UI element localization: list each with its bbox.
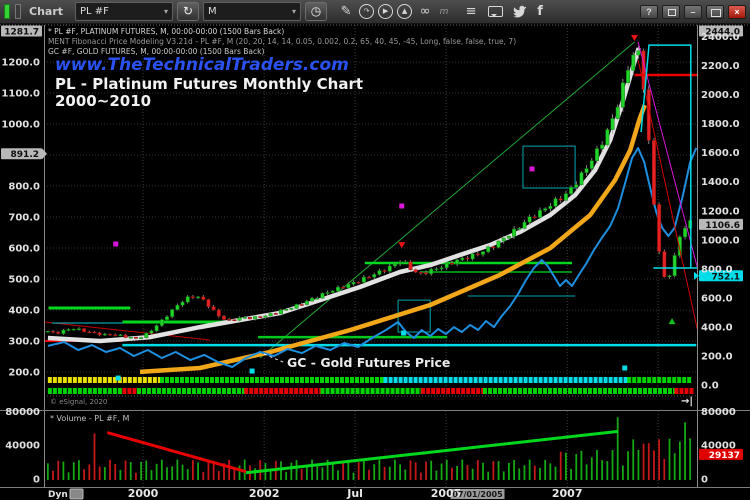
draw-pencil-icon[interactable]: ✎ <box>337 4 355 19</box>
facebook-icon[interactable]: f <box>531 4 549 19</box>
svg-text:1000.0: 1000.0 <box>701 235 740 246</box>
svg-text:2000.0: 2000.0 <box>701 90 740 101</box>
interval-dropdown[interactable]: M ▾ <box>203 2 301 21</box>
help-button[interactable]: ? <box>640 5 658 19</box>
chevron-down-icon: ▾ <box>292 7 296 16</box>
goto-end-icon: →| <box>681 396 693 407</box>
svg-text:2444.0: 2444.0 <box>705 28 740 38</box>
svg-text:80000: 80000 <box>701 407 736 418</box>
minimize-button[interactable]: – <box>684 5 702 19</box>
twitter-icon[interactable] <box>511 5 527 18</box>
svg-text:2007: 2007 <box>552 487 583 500</box>
signal-strips <box>48 377 694 394</box>
svg-text:0: 0 <box>701 475 708 486</box>
curve-arrow-icon[interactable]: ↷ <box>359 4 374 19</box>
svg-text:1281.7: 1281.7 <box>4 28 39 38</box>
svg-text:2002: 2002 <box>249 487 280 500</box>
chart-window-label: Chart <box>29 5 63 18</box>
watermark-url: www.TheTechnicalTraders.com <box>55 55 349 75</box>
legend-line-1: * PL #F, PLATINUM FUTURES, M, 00:00-00:0… <box>48 27 284 36</box>
time-settings-button[interactable]: ◷ <box>305 2 327 21</box>
svg-text:1200.0: 1200.0 <box>701 206 740 217</box>
minutes-indicator: m <box>438 7 450 17</box>
svg-text:400.0: 400.0 <box>8 306 40 317</box>
svg-text:07/01/2005: 07/01/2005 <box>452 490 503 499</box>
restore-button[interactable] <box>662 5 680 19</box>
volume-pane-title: * Volume - PL #F, M <box>50 414 129 423</box>
symbol-dropdown[interactable]: PL #F ▾ <box>75 2 173 21</box>
svg-text:200.0: 200.0 <box>8 368 40 379</box>
svg-text:0.0: 0.0 <box>701 381 719 392</box>
svg-text:1600.0: 1600.0 <box>701 148 740 159</box>
svg-text:Jul: Jul <box>346 487 363 500</box>
gc-annotation: GC - Gold Futures Price <box>287 355 450 370</box>
svg-text:1000.0: 1000.0 <box>1 120 40 131</box>
svg-text:600.0: 600.0 <box>8 244 40 255</box>
legend-line-2: MENT Fibonacci Price Modeling V3.21d - P… <box>48 37 516 46</box>
running-indicator <box>4 4 10 19</box>
svg-text:80000: 80000 <box>5 407 40 418</box>
clock-icon: ◷ <box>311 4 321 18</box>
axis-lock-icon <box>70 489 83 499</box>
svg-text:300.0: 300.0 <box>8 337 40 348</box>
svg-text:1100.0: 1100.0 <box>1 89 40 100</box>
link-icon[interactable]: ∞ <box>416 4 434 19</box>
svg-text:40000: 40000 <box>5 441 40 452</box>
chat-icon[interactable] <box>488 6 503 17</box>
svg-text:Dyn: Dyn <box>48 490 68 500</box>
svg-text:29137: 29137 <box>709 451 740 461</box>
chevron-down-icon: ▾ <box>164 7 168 16</box>
layout-list-icon[interactable]: ≡ <box>462 4 480 19</box>
close-button[interactable]: × <box>728 5 746 19</box>
levels-front <box>635 42 698 330</box>
play-circle-icon[interactable]: ▶ <box>378 4 393 19</box>
toolbar: Chart PL #F ▾ ↻ M ▾ ◷ ✎ ↷ ▶ ▲ ∞ m ≡ f ? … <box>0 0 750 24</box>
svg-text:2200.0: 2200.0 <box>701 61 740 72</box>
svg-text:1106.6: 1106.6 <box>705 221 740 231</box>
svg-text:1800.0: 1800.0 <box>701 119 740 130</box>
symbol-value: PL #F <box>80 6 109 17</box>
svg-text:1400.0: 1400.0 <box>701 177 740 188</box>
crash-red <box>638 60 697 330</box>
refresh-button[interactable]: ↻ <box>177 2 199 21</box>
refresh-icon: ↻ <box>183 4 193 18</box>
svg-text:400.0: 400.0 <box>701 322 733 333</box>
svg-text:1200.0: 1200.0 <box>1 58 40 69</box>
chart-title-years: 2000~2010 <box>55 92 151 110</box>
ma-slow-orange <box>140 105 645 372</box>
svg-text:500.0: 500.0 <box>8 275 40 286</box>
interval-value: M <box>208 6 217 17</box>
svg-text:200.0: 200.0 <box>701 351 733 362</box>
svg-text:2000: 2000 <box>128 487 159 500</box>
chart-application-window: Chart PL #F ▾ ↻ M ▾ ◷ ✎ ↷ ▶ ▲ ∞ m ≡ f ? … <box>0 0 750 500</box>
maximize-button[interactable] <box>706 5 724 19</box>
svg-text:0: 0 <box>33 475 40 486</box>
svg-text:800.0: 800.0 <box>8 182 40 193</box>
esignal-copyright: © eSignal, 2020 <box>50 398 107 406</box>
svg-text:891.2: 891.2 <box>11 150 39 160</box>
svg-text:600.0: 600.0 <box>701 293 733 304</box>
svg-text:752.1: 752.1 <box>712 272 740 282</box>
trend-alert-icon[interactable]: ▲ <box>397 4 412 19</box>
pause-indicator <box>15 4 21 19</box>
svg-text:700.0: 700.0 <box>8 213 40 224</box>
chart-canvas[interactable]: 1200.0 1100.0 1000.0 800.0 700.0 600.0 500.0 40… <box>0 24 750 500</box>
volume-bars <box>47 417 691 480</box>
chart-title: PL - Platinum Futures Monthly Chart <box>55 75 363 93</box>
